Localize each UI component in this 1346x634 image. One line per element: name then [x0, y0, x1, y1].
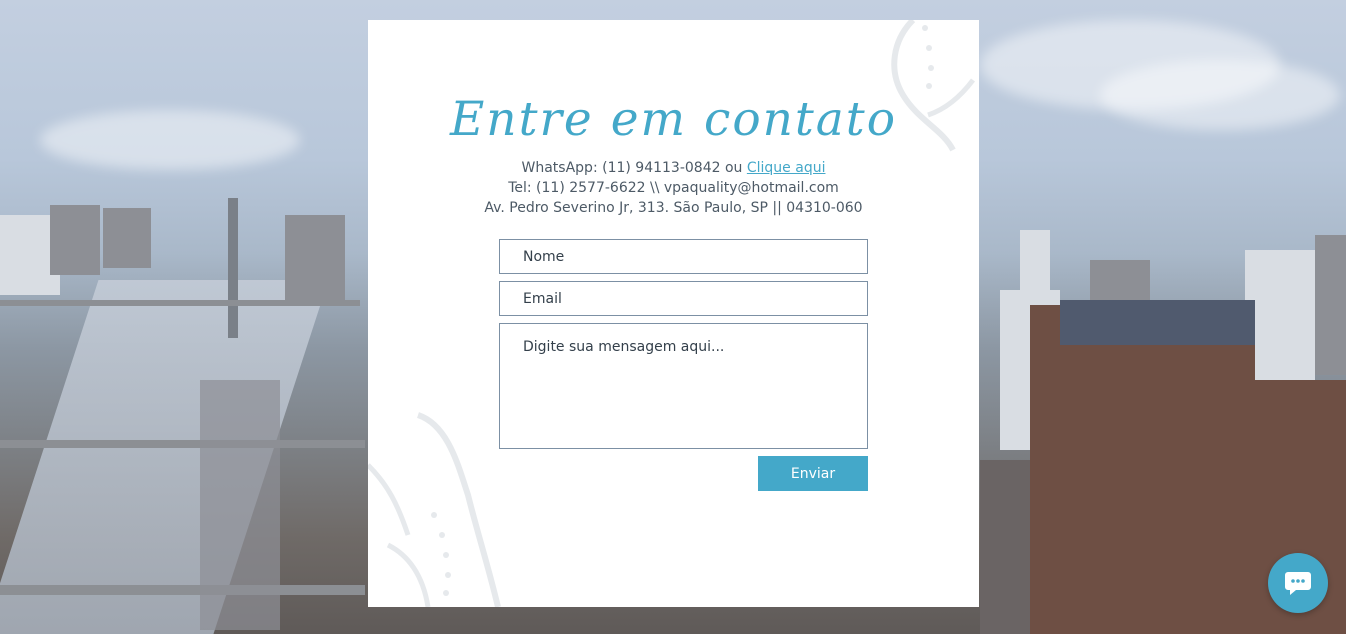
contact-info: WhatsApp: (11) 94113-0842 ou Clique aqui…	[368, 158, 979, 218]
whatsapp-link[interactable]: Clique aqui	[747, 160, 826, 176]
address-line: Av. Pedro Severino Jr, 313. São Paulo, S…	[484, 200, 863, 216]
chat-bubble-icon	[1285, 572, 1311, 595]
whatsapp-text: WhatsApp: (11) 94113-0842 ou	[521, 160, 747, 176]
name-input[interactable]	[499, 239, 868, 274]
contact-card: Entre em contato WhatsApp: (11) 94113-08…	[368, 20, 979, 607]
send-button[interactable]: Enviar	[758, 456, 868, 491]
chat-button[interactable]	[1268, 553, 1328, 613]
email-input[interactable]	[499, 281, 868, 316]
phone-email-line: Tel: (11) 2577-6622 \\ vpaquality@hotmai…	[508, 180, 839, 196]
page-title: Entre em contato	[450, 92, 897, 147]
message-textarea[interactable]	[499, 323, 868, 449]
whatsapp-line: WhatsApp: (11) 94113-0842 ou Clique aqui	[368, 158, 979, 178]
decorative-figure-bottom-left	[368, 412, 501, 607]
